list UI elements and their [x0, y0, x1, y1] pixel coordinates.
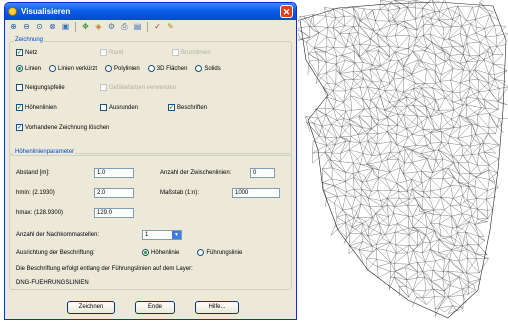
hmax-input[interactable]: 129.0: [94, 208, 134, 218]
mode-radio-polylinien[interactable]: [105, 65, 113, 72]
ausrichtung-label: Ausrichtung der Beschriftung:: [16, 250, 95, 256]
abstand-input[interactable]: 1.0: [94, 168, 134, 178]
abstand-label: Abstand [m]:: [16, 170, 50, 176]
ausrichtung-label-fuehrungslinie: Führungslinie: [206, 249, 243, 256]
mode-radio-3d-flaechen[interactable]: [147, 65, 155, 72]
zoom-all-icon[interactable]: ⊗: [47, 21, 58, 32]
toolbar-separator: [75, 21, 76, 32]
bruchlinien-checkbox[interactable]: [172, 49, 179, 56]
beschriften-checkbox[interactable]: ✓: [168, 104, 175, 111]
mode-label-3d-flaechen: 3D Flächen: [156, 65, 188, 72]
ausrunden-checkbox[interactable]: [100, 104, 107, 111]
zoom-out-icon[interactable]: ⊖: [21, 21, 32, 32]
nachkommastellen-label: Anzahl der Nachkommastellen:: [16, 232, 100, 238]
nachkommastellen-select[interactable]: 1 ▼: [142, 230, 182, 240]
zeichnung-group-title: Zeichnung: [14, 37, 45, 43]
view-icon[interactable]: ▣: [60, 21, 71, 32]
mode-radio-linien[interactable]: [16, 65, 23, 72]
hoehenlinien-label: Höhenlinien: [25, 104, 57, 111]
hmin-label: hmin: (2.1930): [16, 190, 55, 196]
hoehenlinienparameter-group-title: Höhenlinienparameter: [14, 149, 76, 155]
bruchlinien-label: Bruchlinien: [181, 49, 211, 56]
zeichnung-group: Zeichnung ✓ Netz Rand Bruchlinien Linien…: [9, 37, 292, 156]
save-icon[interactable]: ▤: [132, 21, 143, 32]
neigungspfeile-label: Neigungspfeile: [25, 84, 65, 91]
hilfe-button[interactable]: Hilfe...: [195, 301, 239, 314]
gefaellefarben-label: Gefällefarben verwenden: [109, 84, 177, 91]
pencil-icon[interactable]: ✎: [165, 21, 176, 32]
zoom-in-icon[interactable]: ⊕: [8, 21, 19, 32]
ende-button[interactable]: Ende: [135, 301, 175, 314]
layer-icon[interactable]: ◈: [93, 21, 104, 32]
app-icon: [8, 7, 17, 16]
nachkommastellen-value: 1: [145, 232, 149, 238]
close-button[interactable]: ✕: [280, 5, 293, 18]
zeichnung-loeschen-label: Vorhandene Zeichnung löschen: [25, 124, 110, 131]
pan-icon[interactable]: ✥: [80, 21, 91, 32]
mesh-lines: [298, 0, 508, 319]
mode-label-solids: Solids: [204, 65, 221, 72]
beschriftung-info-text: Die Beschriftung erfolgt entlang der Füh…: [16, 266, 193, 272]
title-bar: Visualisieren ✕: [5, 3, 296, 20]
gefaellefarben-checkbox[interactable]: [100, 84, 107, 91]
window-title: Visualisieren: [21, 7, 71, 16]
visualisieren-dialog: Visualisieren ✕ ⊕ ⊖ ⊙ ⊗ ▣ ✥ ◈ ⚙ ⎙ ▤ ✓ ✎ …: [4, 2, 297, 320]
layer-name: DNG-FUEHRUNGSLINIEN: [16, 280, 89, 286]
rand-checkbox[interactable]: [100, 49, 107, 56]
ausrichtung-radio-fuehrungslinie[interactable]: [197, 249, 205, 256]
zeichnen-button[interactable]: Zeichnen: [67, 301, 115, 314]
zwischenlinien-input[interactable]: 0: [250, 168, 275, 178]
ausrichtung-label-hoehenlinie: Höhenlinie: [151, 249, 180, 256]
massstab-input[interactable]: 1000: [232, 188, 280, 198]
hmin-input[interactable]: 2.0: [94, 188, 134, 198]
beschriften-label: Beschriften: [177, 104, 208, 111]
zwischenlinien-label: Anzahl der Zwischenlinien:: [160, 170, 232, 176]
ausrichtung-radio-hoehenlinie[interactable]: [142, 249, 149, 256]
neigungspfeile-checkbox[interactable]: [16, 84, 23, 91]
hmax-label: hmax: (128.9300): [16, 210, 64, 216]
ausrunden-label: Ausrunden: [109, 104, 139, 111]
mode-label-linien-verkuerzt: Linien verkürzt: [58, 65, 98, 72]
settings-icon[interactable]: ⚙: [106, 21, 117, 32]
netz-label: Netz: [25, 49, 38, 56]
toolbar: ⊕ ⊖ ⊙ ⊗ ▣ ✥ ◈ ⚙ ⎙ ▤ ✓ ✎: [5, 20, 296, 33]
mode-radio-solids[interactable]: [195, 65, 203, 72]
hoehenlinienparameter-group: Höhenlinienparameter Abstand [m]: 1.0 An…: [9, 149, 292, 290]
hoehenlinien-checkbox[interactable]: ✓: [16, 104, 23, 111]
massstab-label: Maßstab (1:n):: [160, 190, 200, 196]
mesh-triangles: [298, 0, 508, 317]
chevron-down-icon[interactable]: ▼: [172, 231, 181, 239]
toolbar-separator: [147, 21, 148, 32]
print-icon[interactable]: ⎙: [119, 21, 130, 32]
mode-label-polylinien: Polylinien: [114, 65, 140, 72]
check-icon[interactable]: ✓: [152, 21, 163, 32]
mode-radio-linien-verkuerzt[interactable]: [49, 65, 57, 72]
netz-checkbox[interactable]: ✓: [16, 49, 23, 56]
zoom-window-icon[interactable]: ⊙: [34, 21, 45, 32]
zeichnung-loeschen-checkbox[interactable]: ✓: [16, 124, 23, 131]
triangulation-mesh-view: [298, 0, 508, 319]
rand-label: Rand: [109, 49, 124, 56]
mode-label-linien: Linien: [25, 65, 42, 72]
